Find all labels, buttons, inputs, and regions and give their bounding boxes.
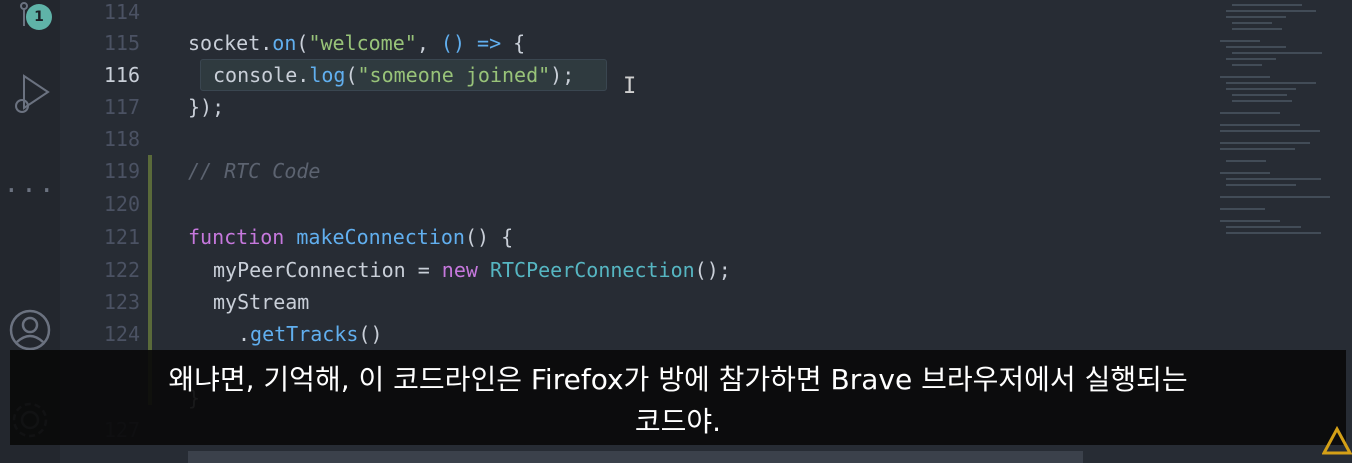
line-number: 121 bbox=[103, 225, 140, 249]
line-number: 118 bbox=[103, 127, 140, 151]
subtitle-line-1: 왜냐면, 기억해, 이 코드라인은 Firefox가 방에 참가하면 Brave… bbox=[168, 363, 1188, 396]
line-number: 120 bbox=[103, 192, 140, 216]
code-line-122: myPeerConnection = new RTCPeerConnection… bbox=[213, 258, 731, 282]
run-debug-icon[interactable] bbox=[0, 72, 60, 116]
code-line-115: socket.on("welcome", () => { bbox=[188, 31, 526, 55]
warning-icon bbox=[1321, 425, 1352, 455]
line-number: 114 bbox=[103, 0, 140, 24]
code-line-124: .getTracks() bbox=[238, 322, 383, 346]
video-subtitle: 왜냐면, 기억해, 이 코드라인은 Firefox가 방에 참가하면 Brave… bbox=[10, 350, 1346, 445]
line-number: 122 bbox=[103, 258, 140, 282]
line-number: 119 bbox=[103, 159, 140, 183]
subtitle-line-2: 코드야. bbox=[634, 405, 722, 438]
text-cursor-icon: I bbox=[623, 74, 637, 99]
line-number: 115 bbox=[103, 31, 140, 55]
code-line-116: console.log("someone joined"); bbox=[213, 63, 575, 87]
line-number: 124 bbox=[103, 322, 140, 346]
horizontal-scrollbar[interactable] bbox=[188, 451, 1083, 463]
account-icon[interactable] bbox=[0, 308, 60, 352]
code-line-123: myStream bbox=[213, 290, 310, 314]
code-line-119-comment: // RTC Code bbox=[188, 159, 321, 183]
more-icon[interactable]: ··· bbox=[0, 176, 60, 206]
line-number-active: 116 bbox=[103, 63, 140, 87]
line-number: 123 bbox=[103, 290, 140, 314]
line-number: 117 bbox=[103, 95, 140, 119]
code-line-117: }); bbox=[188, 95, 225, 119]
notification-badge: 1 bbox=[26, 4, 52, 30]
code-line-121: function makeConnection() { bbox=[188, 225, 514, 249]
